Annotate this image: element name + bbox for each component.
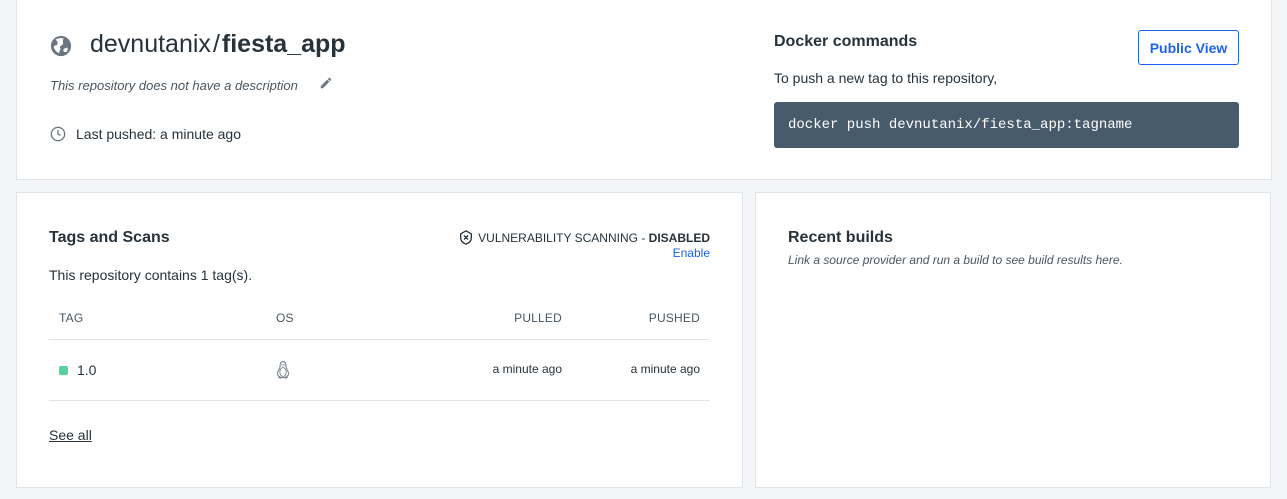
tag-status-dot [59, 366, 68, 375]
repository-separator: / [212, 30, 220, 58]
tag-pushed-time: a minute ago [630, 362, 700, 376]
recent-builds-card: Recent builds Link a source provider and… [755, 192, 1271, 488]
recent-builds-title: Recent builds [788, 229, 893, 246]
column-header-pulled: PULLED [514, 311, 562, 325]
tag-count-text: This repository contains 1 tag(s). [49, 267, 253, 283]
linux-icon [277, 361, 289, 379]
column-header-tag: TAG [59, 311, 84, 325]
tags-and-scans-title: Tags and Scans [49, 229, 170, 246]
table-row: 1.0 a minute ago a minute ago [49, 340, 710, 401]
column-header-pushed: PUSHED [648, 311, 700, 325]
column-header-os: OS [276, 311, 294, 325]
globe-icon [50, 35, 72, 57]
recent-builds-message: Link a source provider and run a build t… [788, 253, 1123, 267]
vulnerability-scanning-label: VULNERABILITY SCANNING [478, 230, 638, 245]
tag-pulled-time: a minute ago [492, 362, 562, 376]
see-all-tags-link[interactable]: See all [49, 427, 92, 443]
repository-name: fiesta_app [221, 30, 346, 58]
public-view-button[interactable]: Public View [1138, 30, 1239, 65]
pencil-icon[interactable] [319, 76, 333, 90]
tag-name-link[interactable]: 1.0 [77, 362, 96, 378]
last-pushed-text: Last pushed: a minute ago [76, 126, 242, 142]
repository-header-card: devnutanix/fiesta_app This repository do… [16, 0, 1272, 180]
vulnerability-scanning-dash: - [637, 230, 649, 245]
enable-scanning-link[interactable]: Enable [673, 246, 710, 260]
tags-and-scans-card: Tags and Scans VULNERABILITY SCANNING - … [16, 192, 743, 488]
vulnerability-scanning-state: DISABLED [648, 230, 710, 245]
tags-table-header: TAG OS PULLED PUSHED [49, 302, 710, 340]
repository-title: devnutanix/fiesta_app [90, 30, 346, 59]
vulnerability-scanning-status: VULNERABILITY SCANNING - DISABLED [458, 229, 710, 246]
repository-namespace: devnutanix [90, 30, 211, 58]
docker-push-command[interactable]: docker push devnutanix/fiesta_app:tagnam… [774, 102, 1239, 148]
clock-icon [50, 126, 66, 142]
docker-push-instructions: To push a new tag to this repository, [774, 70, 998, 86]
shield-x-icon [460, 230, 473, 245]
docker-commands-title: Docker commands [774, 33, 918, 50]
repository-description: This repository does not have a descript… [50, 78, 298, 93]
